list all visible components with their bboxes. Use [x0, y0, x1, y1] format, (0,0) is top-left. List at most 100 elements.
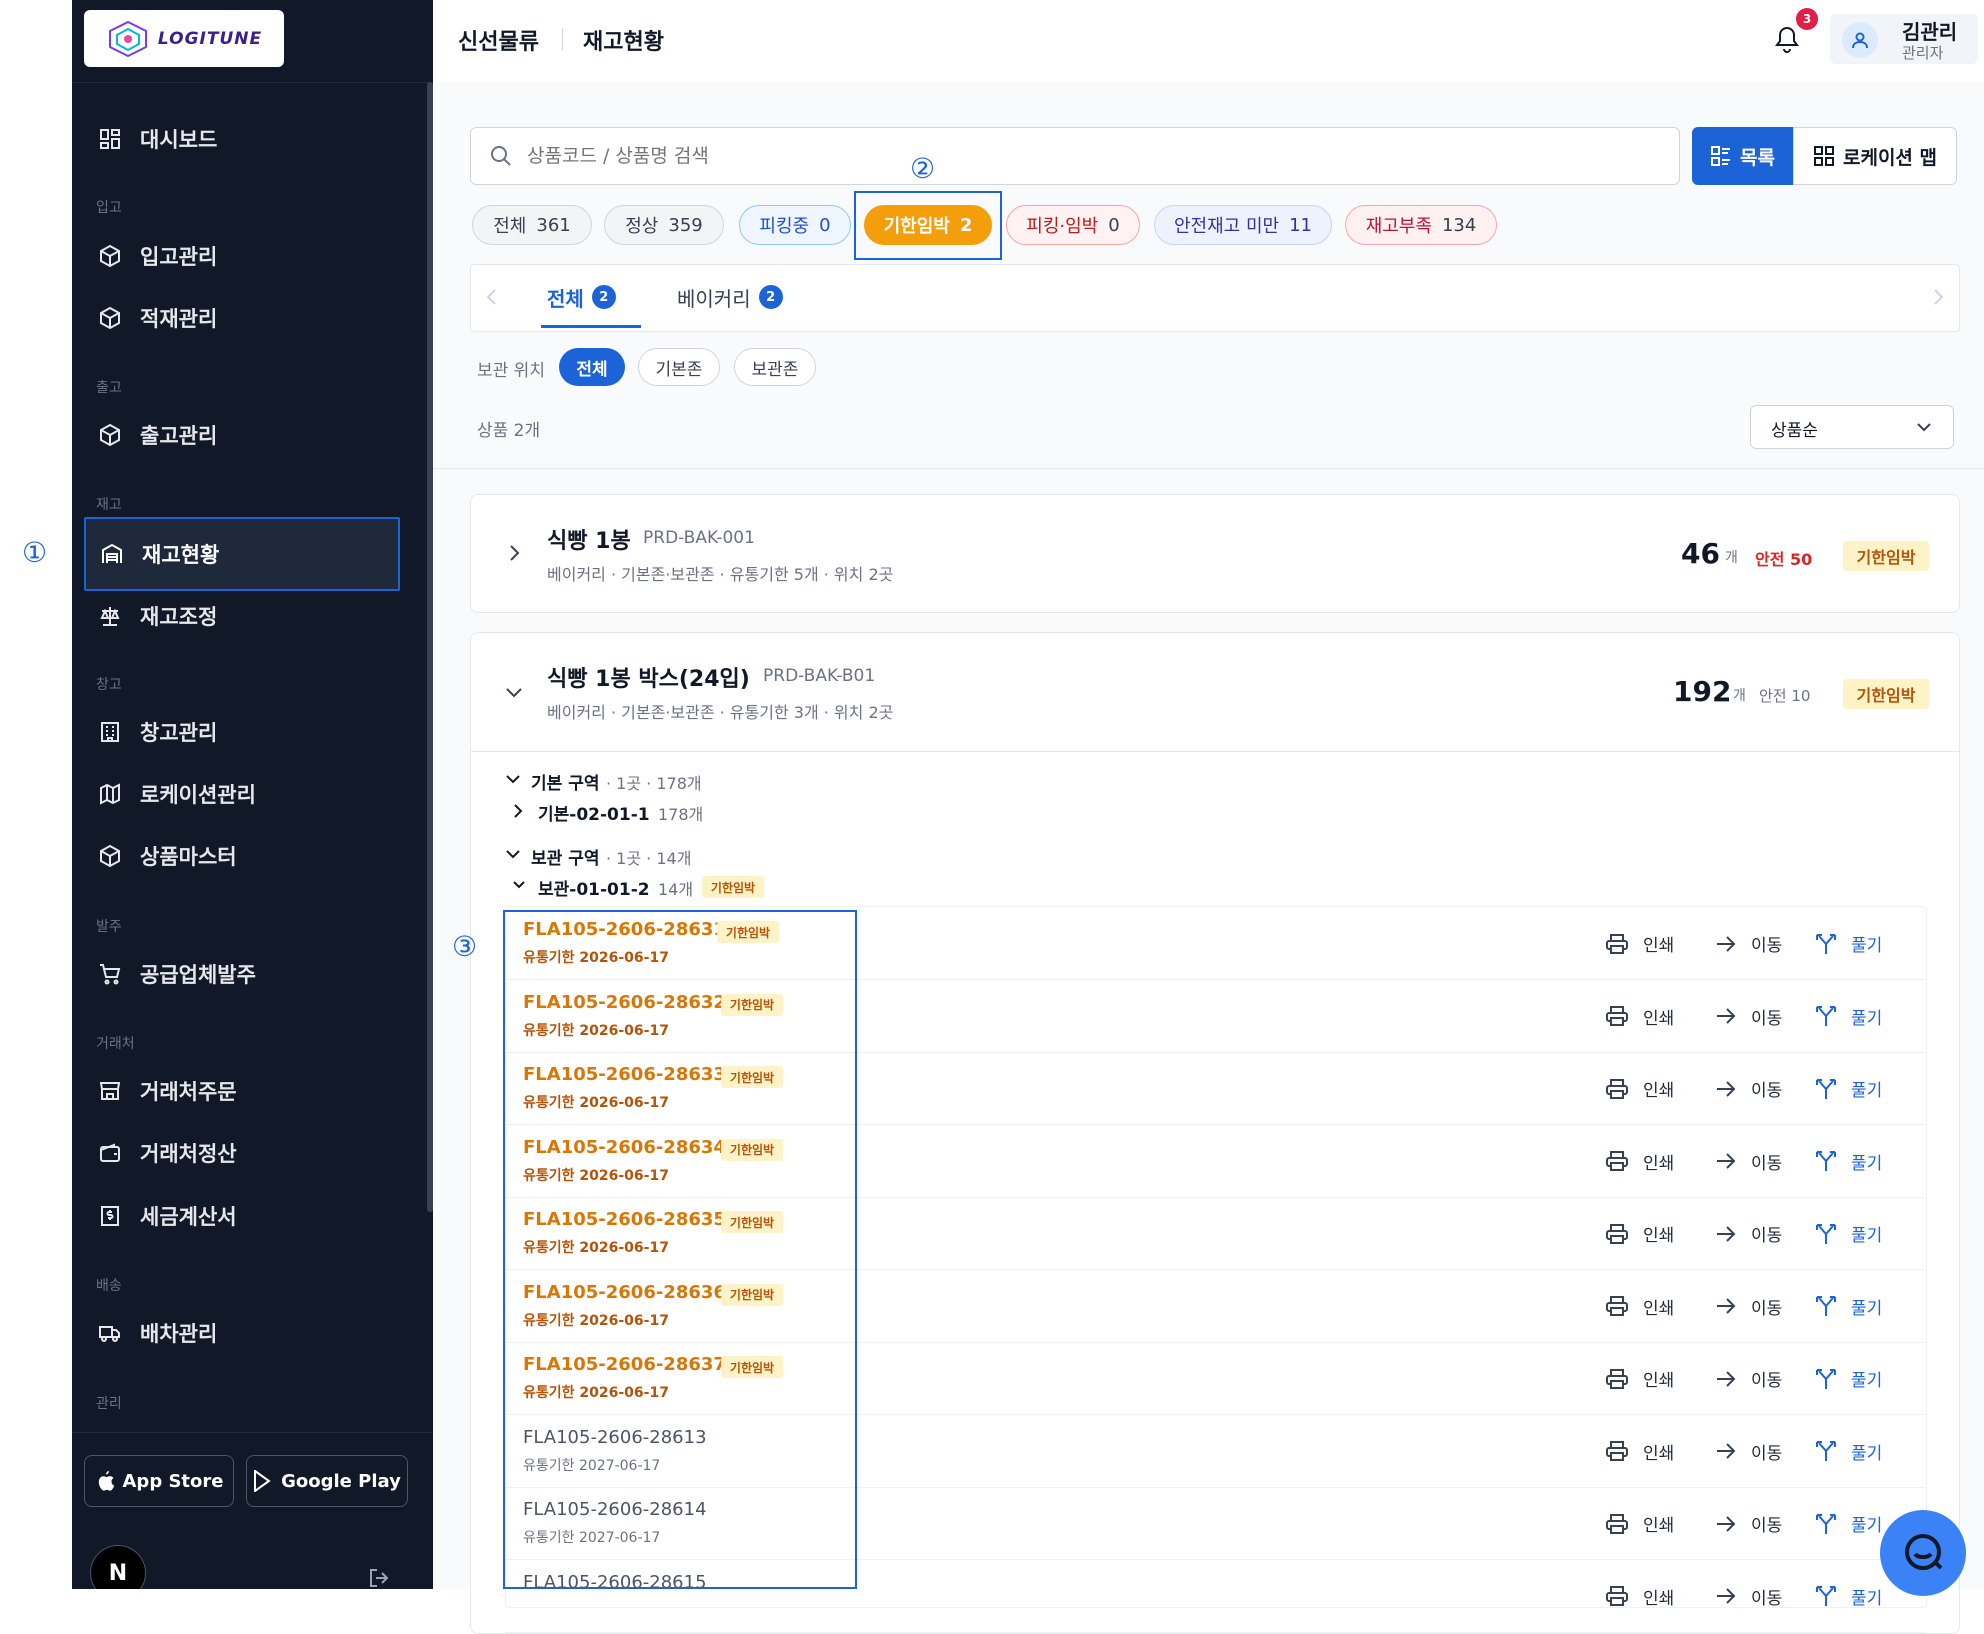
split-action[interactable]: 풀기 — [1815, 1584, 1882, 1609]
split-action[interactable]: 풀기 — [1815, 1511, 1882, 1536]
split-action[interactable]: 풀기 — [1815, 1004, 1882, 1029]
zone-name-storage: 보관 구역 — [531, 849, 600, 869]
move-action[interactable]: 이동 — [1715, 1004, 1782, 1029]
split-action[interactable]: 풀기 — [1815, 1221, 1882, 1246]
split-action[interactable]: 풀기 — [1815, 1076, 1882, 1101]
google-play-label: Google Play — [281, 1470, 401, 1492]
chip-all[interactable]: 전체 361 — [472, 205, 592, 245]
move-action[interactable]: 이동 — [1715, 1221, 1782, 1246]
section-label-delivery: 배송 — [96, 1278, 122, 1294]
product-unit: 개 — [1725, 550, 1738, 566]
chevron-right-icon[interactable] — [512, 803, 524, 819]
split-label: 풀기 — [1851, 1008, 1883, 1029]
sidebar-item-dashboard[interactable]: 대시보드 — [84, 111, 400, 167]
section-label-warehouse: 창고 — [96, 677, 122, 693]
logout-icon[interactable] — [368, 1568, 392, 1588]
product-card-2-header[interactable]: 식빵 1봉 박스(24입) PRD-BAK-B01 베이커리 · 기본존·보관존… — [471, 633, 1959, 752]
split-action[interactable]: 풀기 — [1815, 931, 1882, 956]
move-action[interactable]: 이동 — [1715, 1439, 1782, 1464]
split-action[interactable]: 풀기 — [1815, 1294, 1882, 1319]
search-input[interactable] — [525, 138, 1629, 174]
print-action[interactable]: 인쇄 — [1605, 1149, 1674, 1174]
split-label: 풀기 — [1851, 1226, 1883, 1246]
google-play-button[interactable]: Google Play — [246, 1455, 408, 1507]
tab-all[interactable]: 전체 2 — [547, 265, 616, 329]
chip-expiring[interactable]: 기한임박 2 — [864, 205, 992, 245]
chip-picking[interactable]: 피킹중 0 — [739, 205, 851, 245]
search-box[interactable] — [470, 127, 1680, 185]
print-action[interactable]: 인쇄 — [1605, 1366, 1674, 1391]
chevron-down-icon[interactable] — [504, 685, 524, 699]
move-action[interactable]: 이동 — [1715, 1584, 1782, 1609]
chip-picking-expiring[interactable]: 피킹·임박 0 — [1006, 205, 1140, 245]
sidebar-item-dispatch[interactable]: 배차관리 — [84, 1305, 400, 1361]
chip-below-safety[interactable]: 안전재고 미만 11 — [1154, 205, 1332, 245]
chat-button[interactable] — [1880, 1510, 1966, 1596]
move-action[interactable]: 이동 — [1715, 1076, 1782, 1101]
location-map-button[interactable]: 로케이션 맵 — [1793, 127, 1957, 185]
move-action[interactable]: 이동 — [1715, 1366, 1782, 1391]
chip-shortage[interactable]: 재고부족 134 — [1345, 205, 1497, 245]
print-action[interactable]: 인쇄 — [1605, 1076, 1674, 1101]
sidebar-item-supplier-order[interactable]: 공급업체발주 — [84, 946, 400, 1002]
sidebar-item-warehouse[interactable]: 창고관리 — [84, 704, 400, 760]
sidebar-item-product-master[interactable]: 상품마스터 — [84, 828, 400, 884]
print-action[interactable]: 인쇄 — [1605, 1439, 1674, 1464]
split-action[interactable]: 풀기 — [1815, 1439, 1882, 1464]
print-action[interactable]: 인쇄 — [1605, 1584, 1674, 1609]
chevron-down-icon[interactable] — [505, 848, 521, 862]
chip-label: 안전재고 미만 — [1174, 216, 1280, 237]
sidebar-item-stacking[interactable]: 적재관리 — [84, 290, 400, 346]
user-menu[interactable]: 김관리 관리자 — [1830, 14, 1978, 64]
location-code-basic[interactable]: 기본-02-01-1 — [538, 800, 650, 825]
sort-select[interactable]: 상품순 — [1750, 405, 1954, 449]
print-action[interactable]: 인쇄 — [1605, 1004, 1674, 1029]
chevron-down-icon[interactable] — [505, 773, 521, 787]
app-store-button[interactable]: App Store — [84, 1455, 234, 1507]
print-action[interactable]: 인쇄 — [1605, 1221, 1674, 1246]
tab-bakery[interactable]: 베이커리 2 — [677, 265, 783, 329]
logo[interactable]: LOGITUNE — [84, 10, 284, 67]
sidebar-item-inbound[interactable]: 입고관리 — [84, 228, 400, 284]
arrow-right-icon — [1717, 1515, 1736, 1532]
split-action[interactable]: 풀기 — [1815, 1366, 1882, 1391]
tab-active-indicator — [541, 325, 641, 328]
storage-pill-basic[interactable]: 기본존 — [638, 348, 720, 386]
sidebar-item-stock-adjust[interactable]: 재고조정 — [84, 588, 400, 644]
split-action[interactable]: 풀기 — [1815, 1149, 1882, 1174]
sidebar-item-outbound[interactable]: 출고관리 — [84, 407, 400, 463]
section-label-outbound: 출고 — [96, 380, 122, 396]
chevron-left-icon[interactable] — [485, 287, 499, 307]
move-action[interactable]: 이동 — [1715, 1149, 1782, 1174]
storage-pill-storage[interactable]: 보관존 — [734, 348, 816, 386]
split-label: 풀기 — [1851, 1081, 1883, 1101]
print-action[interactable]: 인쇄 — [1605, 931, 1674, 956]
chevron-right-icon[interactable] — [507, 543, 521, 563]
chip-normal[interactable]: 정상 359 — [604, 205, 724, 245]
sidebar-item-label: 배차관리 — [140, 1322, 218, 1346]
move-action[interactable]: 이동 — [1715, 931, 1782, 956]
print-action[interactable]: 인쇄 — [1605, 1294, 1674, 1319]
list-view-button[interactable]: 목록 — [1692, 127, 1793, 185]
user-avatar-bottom[interactable]: N — [90, 1545, 146, 1589]
move-action[interactable]: 이동 — [1715, 1511, 1782, 1536]
print-label: 인쇄 — [1643, 1588, 1675, 1609]
chevron-right-icon[interactable] — [1931, 287, 1945, 307]
sidebar-item-label: 거래처정산 — [140, 1142, 237, 1166]
chevron-down-icon[interactable] — [512, 879, 526, 891]
breadcrumb-parent[interactable]: 신선물류 — [458, 24, 539, 56]
user-icon — [1852, 32, 1868, 49]
sidebar-item-tax-invoice[interactable]: 세금계산서 — [84, 1188, 400, 1244]
sidebar-item-partner-settle[interactable]: 거래처정산 — [84, 1125, 400, 1181]
location-code-storage[interactable]: 보관-01-01-2 — [538, 875, 650, 900]
sidebar-item-stock-status[interactable]: 재고현황 — [84, 517, 400, 591]
print-action[interactable]: 인쇄 — [1605, 1511, 1674, 1536]
move-label: 이동 — [1751, 1153, 1783, 1174]
move-action[interactable]: 이동 — [1715, 1294, 1782, 1319]
sidebar-item-location[interactable]: 로케이션관리 — [84, 766, 400, 822]
product-card-1[interactable]: 식빵 1봉 PRD-BAK-001 베이커리 · 기본존·보관존 · 유통기한 … — [470, 494, 1960, 613]
user-avatar — [1842, 22, 1878, 58]
storage-pill-all[interactable]: 전체 — [559, 348, 625, 386]
bell-icon[interactable] — [1773, 24, 1801, 54]
sidebar-item-partner-order[interactable]: 거래처주문 — [84, 1063, 400, 1119]
